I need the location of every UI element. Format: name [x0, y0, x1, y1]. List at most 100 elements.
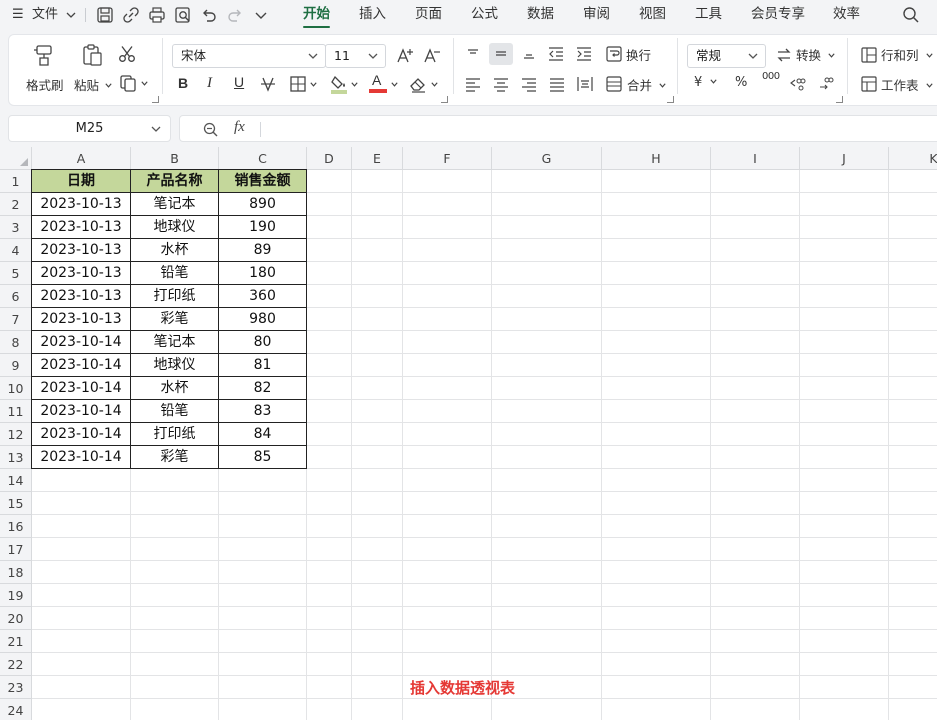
column-header-h[interactable]: H — [602, 147, 711, 170]
table-cell[interactable]: 彩笔 — [131, 446, 219, 469]
table-cell[interactable]: 水杯 — [131, 377, 219, 400]
table-cell[interactable]: 82 — [219, 377, 307, 400]
zoom-formula-icon[interactable] — [202, 121, 219, 138]
table-cell[interactable]: 彩笔 — [131, 308, 219, 331]
table-cell[interactable]: 笔记本 — [131, 331, 219, 354]
column-header-b[interactable]: B — [131, 147, 219, 170]
table-cell[interactable]: 2023-10-14 — [31, 354, 131, 377]
row-header-12[interactable]: 12 — [0, 423, 32, 446]
table-cell[interactable]: 360 — [219, 285, 307, 308]
table-cell[interactable]: 2023-10-14 — [31, 377, 131, 400]
border-icon[interactable] — [289, 75, 307, 93]
row-header-14[interactable]: 14 — [0, 469, 32, 492]
currency-button[interactable]: ¥ — [694, 75, 718, 90]
column-header-d[interactable]: D — [307, 147, 352, 170]
row-header-1[interactable]: 1 — [0, 170, 32, 193]
table-cell[interactable]: 2023-10-13 — [31, 216, 131, 239]
format-painter-icon[interactable] — [31, 42, 57, 68]
table-cell[interactable]: 笔记本 — [131, 193, 219, 216]
tab-insert[interactable]: 插入 — [359, 0, 386, 30]
search-icon[interactable] — [901, 5, 921, 25]
table-cell[interactable]: 89 — [219, 239, 307, 262]
merge-cells-icon[interactable] — [605, 75, 623, 93]
row-header-13[interactable]: 13 — [0, 446, 32, 469]
print-icon[interactable] — [147, 5, 167, 25]
table-cell[interactable]: 地球仪 — [131, 354, 219, 377]
column-header-i[interactable]: I — [711, 147, 800, 170]
table-cell[interactable]: 2023-10-13 — [31, 285, 131, 308]
increase-indent-icon[interactable] — [575, 45, 593, 63]
clipboard-launcher-icon[interactable] — [152, 96, 159, 103]
table-header-cell[interactable]: 销售金额 — [219, 169, 307, 193]
column-header-f[interactable]: F — [403, 147, 492, 170]
table-cell[interactable]: 2023-10-13 — [31, 308, 131, 331]
row-header-2[interactable]: 2 — [0, 193, 32, 216]
tab-formulas[interactable]: 公式 — [471, 0, 498, 30]
table-cell[interactable]: 2023-10-14 — [31, 423, 131, 446]
thousands-separator-button[interactable]: 000 — [762, 71, 780, 82]
undo-icon[interactable] — [199, 5, 219, 25]
worksheet-grid[interactable]: A B C D E F G H I J K 1 2 3 4 5 6 7 8 9 10 11 12 13 14 15 16 17 18 19… — [0, 147, 937, 720]
bold-button[interactable]: B — [178, 75, 188, 91]
file-menu[interactable]: 文件 — [32, 0, 76, 30]
table-header-cell[interactable]: 产品名称 — [131, 169, 219, 193]
select-all-corner[interactable] — [0, 147, 32, 170]
table-cell[interactable]: 190 — [219, 216, 307, 239]
decrease-font-size-icon[interactable] — [422, 46, 442, 66]
worksheet-icon[interactable] — [860, 75, 878, 93]
rows-columns-icon[interactable] — [860, 46, 878, 64]
table-cell[interactable]: 2023-10-14 — [31, 446, 131, 469]
row-header-22[interactable]: 22 — [0, 653, 32, 676]
table-cell[interactable]: 980 — [219, 308, 307, 331]
merge-button[interactable]: 合并 — [627, 75, 667, 94]
row-header-19[interactable]: 19 — [0, 584, 32, 607]
row-header-9[interactable]: 9 — [0, 354, 32, 377]
row-header-17[interactable]: 17 — [0, 538, 32, 561]
row-header-23[interactable]: 23 — [0, 676, 32, 699]
row-header-4[interactable]: 4 — [0, 239, 32, 262]
align-center-icon[interactable] — [492, 75, 510, 93]
row-header-24[interactable]: 24 — [0, 699, 32, 720]
cut-icon[interactable] — [117, 44, 137, 64]
row-header-21[interactable]: 21 — [0, 630, 32, 653]
table-cell[interactable]: 80 — [219, 331, 307, 354]
font-name-select[interactable]: 宋体 — [172, 44, 326, 68]
save-icon[interactable] — [95, 5, 115, 25]
percent-button[interactable]: % — [735, 75, 747, 90]
table-cell[interactable]: 水杯 — [131, 239, 219, 262]
column-header-j[interactable]: J — [800, 147, 889, 170]
align-middle-button[interactable] — [489, 43, 513, 65]
row-header-15[interactable]: 15 — [0, 492, 32, 515]
row-header-16[interactable]: 16 — [0, 515, 32, 538]
tab-view[interactable]: 视图 — [639, 0, 666, 30]
chevron-down-icon[interactable] — [140, 79, 149, 88]
align-right-icon[interactable] — [520, 75, 538, 93]
row-header-6[interactable]: 6 — [0, 285, 32, 308]
tab-review[interactable]: 审阅 — [583, 0, 610, 30]
table-cell[interactable]: 2023-10-13 — [31, 262, 131, 285]
strikethrough-icon[interactable] — [259, 75, 277, 93]
copy-icon[interactable] — [118, 73, 138, 93]
eraser-icon[interactable] — [408, 74, 428, 94]
table-cell[interactable]: 83 — [219, 400, 307, 423]
row-header-5[interactable]: 5 — [0, 262, 32, 285]
row-header-3[interactable]: 3 — [0, 216, 32, 239]
chevron-down-icon[interactable] — [350, 80, 359, 89]
decrease-indent-icon[interactable] — [547, 45, 565, 63]
table-header-cell[interactable]: 日期 — [31, 169, 131, 193]
decrease-decimal-icon[interactable] — [817, 75, 835, 93]
chevron-down-icon[interactable] — [390, 80, 399, 89]
column-header-e[interactable]: E — [352, 147, 403, 170]
table-cell[interactable]: 地球仪 — [131, 216, 219, 239]
share-link-icon[interactable] — [121, 5, 141, 25]
table-cell[interactable]: 打印纸 — [131, 285, 219, 308]
fill-color-icon[interactable] — [329, 73, 349, 95]
print-preview-icon[interactable] — [173, 5, 193, 25]
convert-icon[interactable] — [775, 46, 793, 64]
distributed-align-icon[interactable] — [576, 75, 594, 93]
font-color-button[interactable]: A — [372, 72, 381, 88]
row-header-11[interactable]: 11 — [0, 400, 32, 423]
column-header-a[interactable]: A — [32, 147, 131, 170]
align-bottom-icon[interactable] — [520, 45, 538, 63]
increase-font-size-icon[interactable] — [395, 46, 415, 66]
